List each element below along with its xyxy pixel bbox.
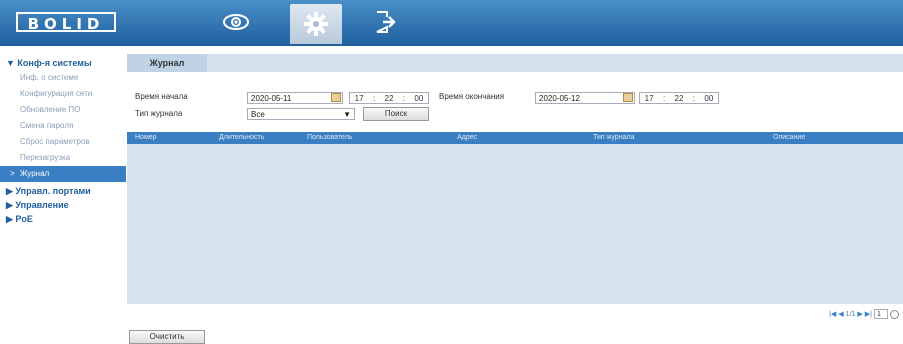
time-separator: : [372, 93, 376, 103]
sidebar-item-system-info[interactable]: Инф. о системе [0, 70, 126, 86]
sidebar-item-reboot[interactable]: Перезагрузка [0, 150, 126, 166]
start-time-label: Время начала [135, 92, 188, 101]
main-panel: Журнал Время начала 2020-05-11 17 : 22 :… [127, 46, 903, 344]
sidebar-item-network-config[interactable]: Конфигурация сети [0, 86, 126, 102]
start-time-input[interactable]: 17 : 22 : 00 [349, 92, 429, 104]
column-header: Адрес [457, 134, 478, 141]
column-header: Длительность [219, 134, 265, 141]
end-hour[interactable]: 17 [645, 93, 654, 104]
end-date-input[interactable]: 2020-05-12 [535, 92, 635, 104]
column-header: Номер [135, 134, 157, 141]
calendar-icon[interactable] [331, 93, 341, 102]
end-second[interactable]: 00 [704, 93, 713, 104]
sidebar: ▼ Конф-я системы Инф. о системе Конфигур… [0, 46, 126, 340]
bolid-logo: BOLID [16, 12, 116, 33]
time-separator: : [662, 93, 666, 103]
last-page-icon[interactable]: ▶| [865, 310, 872, 318]
sidebar-group-port-management[interactable]: ▶ Управл. портами [0, 184, 126, 198]
time-separator: : [402, 93, 406, 103]
time-separator: : [692, 93, 696, 103]
start-hour[interactable]: 17 [355, 93, 364, 104]
end-minute[interactable]: 22 [675, 93, 684, 104]
sidebar-item-label: Журнал [20, 169, 50, 178]
pagination: |◀ ◀ 1/1 ▶ ▶| 1 [829, 308, 899, 320]
sidebar-group-poe[interactable]: ▶ PoE [0, 212, 126, 226]
column-header: Тип журнала [593, 134, 635, 141]
tab-log[interactable]: Журнал [127, 54, 207, 72]
log-type-value: Все [251, 110, 265, 119]
sidebar-group-management[interactable]: ▶ Управление [0, 198, 126, 212]
search-button[interactable]: Поиск [363, 107, 429, 121]
start-minute[interactable]: 22 [385, 93, 394, 104]
column-header: Пользователь [307, 134, 353, 141]
next-page-icon[interactable]: ▶ [857, 310, 862, 318]
sidebar-item-firmware-update[interactable]: Обновление ПО [0, 102, 126, 118]
settings-button[interactable] [290, 4, 342, 44]
column-header: Описание [773, 134, 806, 141]
log-table: Номер Длительность Пользователь Адрес Ти… [127, 132, 903, 304]
start-second[interactable]: 00 [414, 93, 423, 104]
chevron-down-icon: ▼ [343, 110, 351, 119]
calendar-icon[interactable] [623, 93, 633, 102]
tab-strip: Журнал [127, 54, 903, 72]
end-time-input[interactable]: 17 : 22 : 00 [639, 92, 719, 104]
go-page-icon[interactable] [890, 309, 899, 319]
sidebar-item-log[interactable]: > Журнал [0, 166, 126, 182]
live-view-button[interactable] [210, 0, 262, 44]
log-type-select[interactable]: Все ▼ [247, 108, 355, 120]
chevron-right-icon: > [10, 169, 15, 178]
first-page-icon[interactable]: |◀ [829, 310, 836, 318]
prev-page-icon[interactable]: ◀ [838, 310, 843, 318]
clear-button[interactable]: Очистить [129, 330, 205, 344]
sidebar-item-reset[interactable]: Сброс параметров [0, 134, 126, 150]
page-input[interactable]: 1 [874, 309, 888, 319]
top-bar: BOLID [0, 0, 903, 46]
gear-icon [304, 12, 328, 36]
logout-button[interactable] [360, 0, 412, 44]
sidebar-item-change-password[interactable]: Смена пароля [0, 118, 126, 134]
start-date-input[interactable]: 2020-05-11 [247, 92, 343, 104]
end-time-label: Время окончания [439, 92, 505, 101]
log-type-label: Тип журнала [135, 109, 183, 118]
eye-icon [223, 14, 249, 30]
table-header: Номер Длительность Пользователь Адрес Ти… [127, 132, 903, 144]
exit-icon [376, 11, 396, 33]
page-count: 1/1 [845, 310, 856, 318]
sidebar-group-system-config[interactable]: ▼ Конф-я системы [0, 56, 126, 70]
